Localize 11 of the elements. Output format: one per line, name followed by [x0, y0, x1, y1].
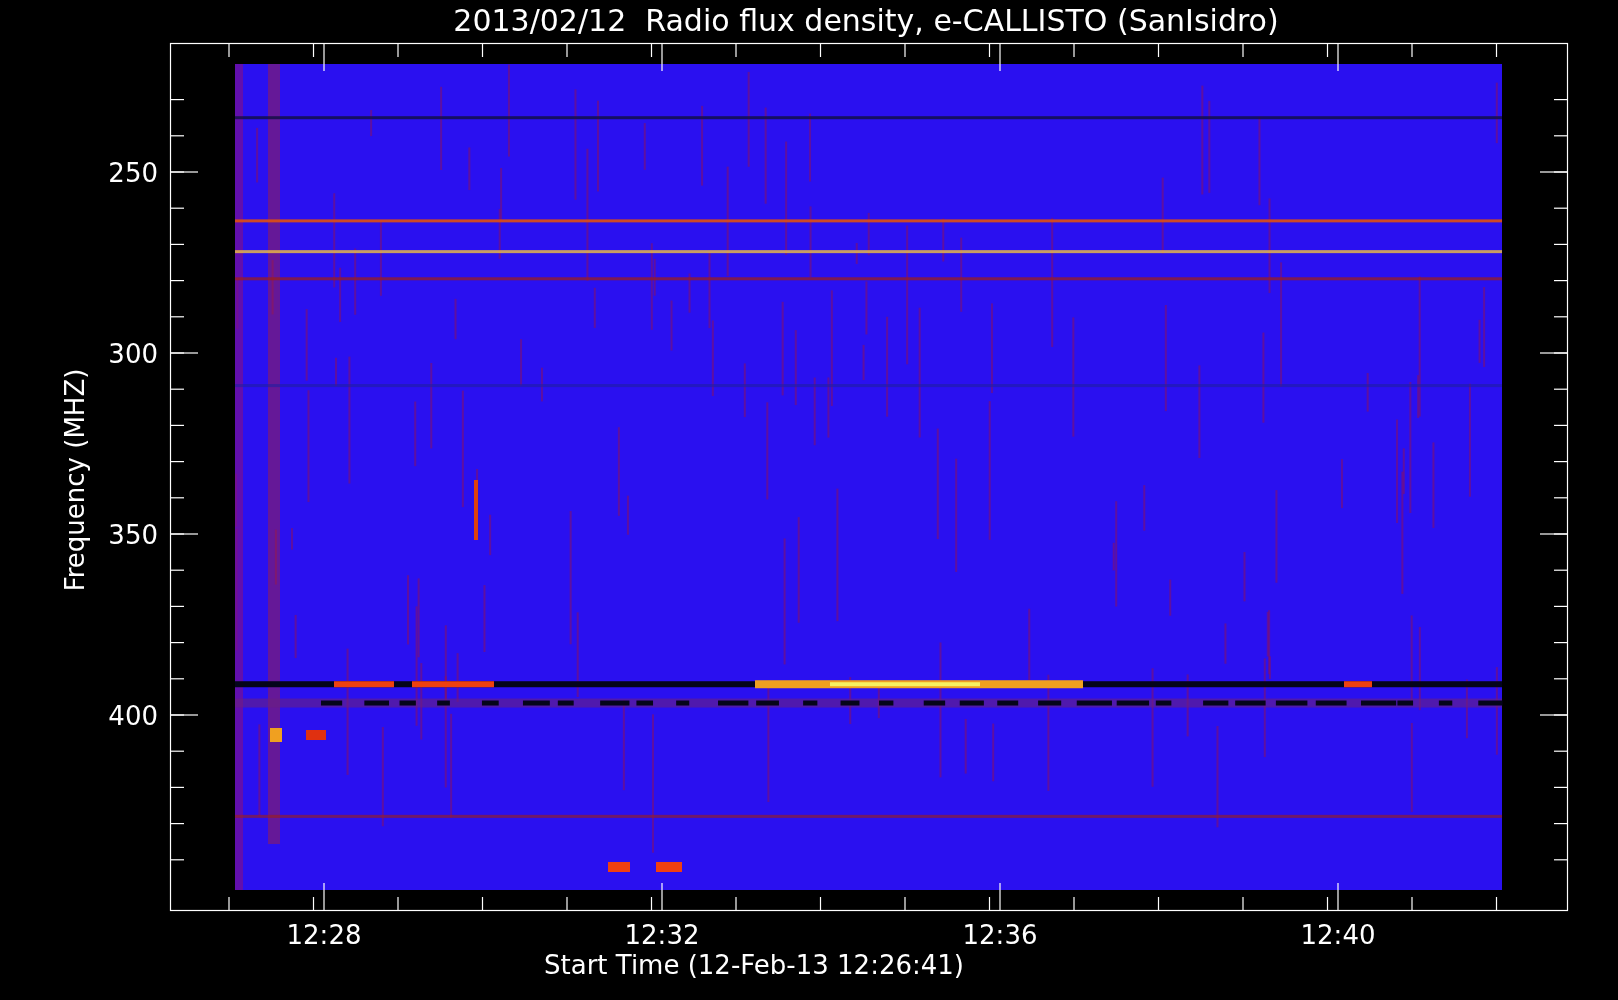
- tick-label: 250: [108, 158, 158, 188]
- tick-label: 350: [108, 520, 158, 550]
- tick-label: 12:40: [1300, 920, 1376, 950]
- chart-title: 2013/02/12 Radio flux density, e-CALLISTO (SanIsidro): [453, 3, 1279, 38]
- tick-label: 300: [108, 339, 158, 369]
- tick-label: 12:28: [286, 920, 362, 950]
- tick-label: 12:32: [624, 920, 700, 950]
- tick-label: 400: [108, 701, 158, 731]
- axis-label: Start Time (12-Feb-13 12:26:41): [544, 950, 964, 980]
- tick-label: 12:36: [962, 920, 1038, 950]
- axis-label: Frequency (MHZ): [60, 368, 90, 592]
